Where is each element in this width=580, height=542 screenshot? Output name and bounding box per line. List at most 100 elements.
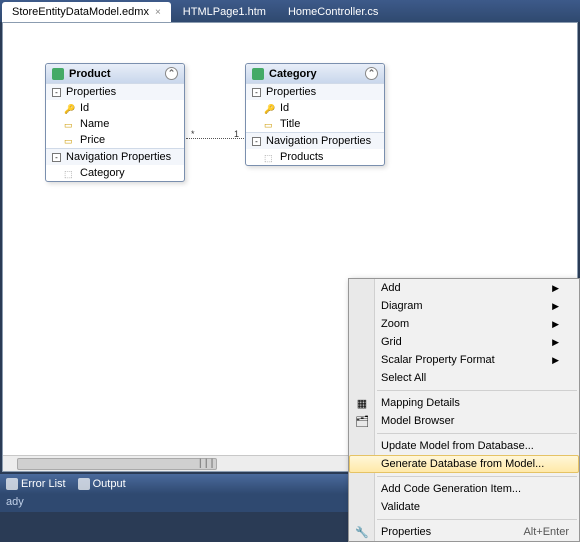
menu-label: Scalar Property Format xyxy=(381,354,495,366)
multiplicity-many: * xyxy=(191,129,195,139)
error-list-tab[interactable]: Error List xyxy=(6,478,66,490)
properties-icon: 🔧 xyxy=(354,524,370,540)
status-label: Error List xyxy=(21,478,66,490)
error-list-icon xyxy=(6,478,18,490)
entity-icon xyxy=(252,68,264,80)
property-name: Price xyxy=(80,134,105,146)
property-name: Name xyxy=(80,118,109,130)
multiplicity-one: 1 xyxy=(234,129,239,139)
nav-icon xyxy=(64,168,76,178)
menu-diagram[interactable]: Diagram ▶ xyxy=(349,297,579,315)
property-row[interactable]: Id xyxy=(46,100,184,116)
entity-icon xyxy=(52,68,64,80)
menu-generate-db[interactable]: Generate Database from Model... xyxy=(349,455,579,473)
column-icon xyxy=(64,119,76,129)
toggle-icon[interactable]: - xyxy=(52,88,61,97)
section-label: Navigation Properties xyxy=(266,135,371,147)
menu-scalar-format[interactable]: Scalar Property Format ▶ xyxy=(349,351,579,369)
toggle-icon[interactable]: - xyxy=(252,137,261,146)
status-text: ady xyxy=(6,496,24,508)
close-icon[interactable]: × xyxy=(155,7,161,18)
entity-category[interactable]: Category ⌃ - Properties Id Title - Navig… xyxy=(245,63,385,166)
collapse-icon[interactable]: ⌃ xyxy=(365,67,378,80)
browser-icon: 🗂 xyxy=(354,413,370,429)
menu-label: Diagram xyxy=(381,300,423,312)
tab-store-entity[interactable]: StoreEntityDataModel.edmx × xyxy=(2,2,171,22)
nav-name: Category xyxy=(80,167,125,179)
menu-add[interactable]: Add ▶ xyxy=(349,279,579,297)
section-properties[interactable]: - Properties xyxy=(246,83,384,100)
menu-label: Add Code Generation Item... xyxy=(381,483,521,495)
submenu-arrow-icon: ▶ xyxy=(552,319,559,330)
entity-title: Category xyxy=(269,68,317,80)
mapping-icon: ▦ xyxy=(354,395,370,411)
menu-separator xyxy=(377,519,577,520)
menu-properties[interactable]: 🔧 Properties Alt+Enter xyxy=(349,523,579,541)
entity-header[interactable]: Category ⌃ xyxy=(246,64,384,83)
tab-label: HomeController.cs xyxy=(288,6,378,18)
section-label: Navigation Properties xyxy=(66,151,171,163)
menu-label: Properties xyxy=(381,526,431,538)
menu-label: Select All xyxy=(381,372,426,384)
submenu-arrow-icon: ▶ xyxy=(552,283,559,294)
tab-bar: StoreEntityDataModel.edmx × HTMLPage1.ht… xyxy=(0,0,580,22)
nav-row[interactable]: Products xyxy=(246,149,384,165)
tab-label: HTMLPage1.htm xyxy=(183,6,266,18)
menu-shortcut: Alt+Enter xyxy=(523,526,569,538)
section-properties[interactable]: - Properties xyxy=(46,83,184,100)
section-label: Properties xyxy=(266,86,316,98)
property-row[interactable]: Price xyxy=(46,132,184,148)
key-icon xyxy=(64,103,76,113)
output-icon xyxy=(78,478,90,490)
menu-label: Mapping Details xyxy=(381,397,460,409)
scrollbar-grip: ┃┃┃ xyxy=(198,459,218,469)
section-navigation[interactable]: - Navigation Properties xyxy=(246,132,384,149)
property-name: Title xyxy=(280,118,300,130)
nav-name: Products xyxy=(280,151,323,163)
entity-header[interactable]: Product ⌃ xyxy=(46,64,184,83)
menu-separator xyxy=(377,433,577,434)
menu-label: Add xyxy=(381,282,401,294)
context-menu: Add ▶ Diagram ▶ Zoom ▶ Grid ▶ Scalar Propert… xyxy=(348,278,580,542)
scrollbar-thumb[interactable] xyxy=(17,458,217,470)
toggle-icon[interactable]: - xyxy=(52,153,61,162)
column-icon xyxy=(64,135,76,145)
entity-product[interactable]: Product ⌃ - Properties Id Name Price - N… xyxy=(45,63,185,182)
menu-label: Zoom xyxy=(381,318,409,330)
column-icon xyxy=(264,119,276,129)
menu-validate[interactable]: Validate xyxy=(349,498,579,516)
output-tab[interactable]: Output xyxy=(78,478,126,490)
submenu-arrow-icon: ▶ xyxy=(552,355,559,366)
menu-select-all[interactable]: Select All xyxy=(349,369,579,387)
menu-label: Grid xyxy=(381,336,402,348)
menu-add-code-gen[interactable]: Add Code Generation Item... xyxy=(349,480,579,498)
submenu-arrow-icon: ▶ xyxy=(552,301,559,312)
tab-htmlpage[interactable]: HTMLPage1.htm xyxy=(173,2,276,22)
section-label: Properties xyxy=(66,86,116,98)
property-name: Id xyxy=(280,102,289,114)
menu-model-browser[interactable]: 🗂 Model Browser xyxy=(349,412,579,430)
menu-label: Update Model from Database... xyxy=(381,440,534,452)
collapse-icon[interactable]: ⌃ xyxy=(165,67,178,80)
tab-homecontroller[interactable]: HomeController.cs xyxy=(278,2,388,22)
key-icon xyxy=(264,103,276,113)
menu-mapping-details[interactable]: ▦ Mapping Details xyxy=(349,394,579,412)
toggle-icon[interactable]: - xyxy=(252,88,261,97)
tab-label: StoreEntityDataModel.edmx xyxy=(12,6,149,18)
menu-label: Validate xyxy=(381,501,420,513)
nav-row[interactable]: Category xyxy=(46,165,184,181)
section-navigation[interactable]: - Navigation Properties xyxy=(46,148,184,165)
property-row[interactable]: Title xyxy=(246,116,384,132)
menu-zoom[interactable]: Zoom ▶ xyxy=(349,315,579,333)
menu-grid[interactable]: Grid ▶ xyxy=(349,333,579,351)
submenu-arrow-icon: ▶ xyxy=(552,337,559,348)
menu-separator xyxy=(377,390,577,391)
property-row[interactable]: Name xyxy=(46,116,184,132)
property-name: Id xyxy=(80,102,89,114)
menu-separator xyxy=(377,476,577,477)
menu-update-from-db[interactable]: Update Model from Database... xyxy=(349,437,579,455)
menu-label: Model Browser xyxy=(381,415,454,427)
entity-title: Product xyxy=(69,68,111,80)
menu-label: Generate Database from Model... xyxy=(381,458,544,470)
property-row[interactable]: Id xyxy=(246,100,384,116)
